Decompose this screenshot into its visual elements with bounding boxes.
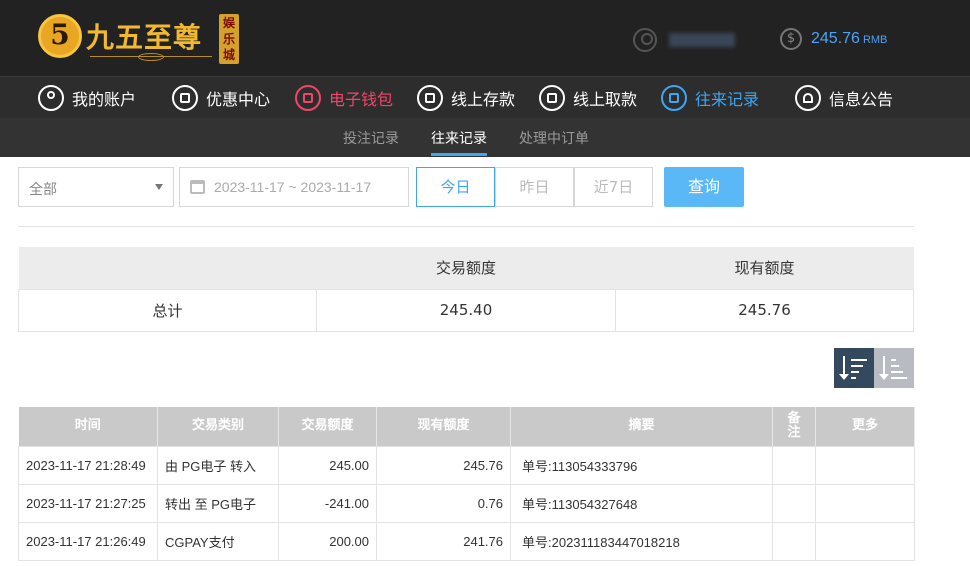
balance-value: 245.76 (811, 30, 860, 47)
brand-name: 九五至尊 (86, 21, 203, 54)
nav-my-account[interactable]: 我的账户 (38, 83, 136, 113)
deposit-icon (417, 85, 443, 111)
nav-label: 我的账户 (72, 90, 137, 109)
logo-mark: 5 (38, 14, 82, 58)
user-icon (38, 85, 64, 111)
cell-summary: 单号:113054327648 (510, 483, 773, 523)
cell-time: 2023-11-17 21:26:49 (18, 521, 158, 561)
table-row[interactable]: 2023-11-17 21:28:49 由 PG电子 转入 245.00 245… (18, 445, 915, 485)
summary-header-row: 交易额度 现有额度 (18, 247, 914, 289)
cell-balance: 245.76 (376, 445, 511, 485)
summary-header: 现有额度 (615, 247, 914, 289)
brand-logo[interactable]: 5 九五至尊 娱乐城 (38, 12, 243, 66)
tab-transaction-records[interactable]: 往来记录 (431, 128, 487, 148)
cell-time: 2023-11-17 21:27:25 (18, 483, 158, 523)
column-header-time[interactable]: 时间 (18, 407, 158, 446)
nav-e-wallet[interactable]: 电子钱包 (295, 83, 393, 113)
username-redacted (669, 33, 735, 47)
cell-amount: 200.00 (278, 521, 377, 561)
withdraw-icon (539, 85, 565, 111)
cell-balance: 0.76 (376, 483, 511, 523)
balance-amount: 245.76 RMB (811, 30, 887, 48)
nav-promotions[interactable]: 优惠中心 (172, 83, 270, 113)
type-select-value: 全部 (29, 182, 57, 198)
sort-descending-button[interactable] (834, 348, 874, 388)
nav-announcements[interactable]: 信息公告 (795, 83, 893, 113)
transactions-table: 时间 交易类别 交易额度 现有额度 摘要 备注 更多 2023-11-17 21… (18, 407, 915, 561)
nav-label: 信息公告 (829, 90, 894, 109)
nav-label: 往来记录 (695, 90, 760, 109)
top-header: 5 九五至尊 娱乐城 $ 245.76 RMB (0, 0, 970, 76)
arrow-down-icon (839, 356, 849, 380)
active-tab-indicator (431, 153, 487, 156)
nav-records[interactable]: 往来记录 (661, 83, 759, 113)
brand-seal: 娱乐城 (219, 14, 239, 64)
date-range-value: 2023-11-17 ~ 2023-11-17 (214, 179, 372, 195)
column-header-type[interactable]: 交易类别 (157, 407, 279, 446)
cell-amount: -241.00 (278, 483, 377, 523)
last-7-days-button[interactable]: 近7日 (574, 167, 653, 207)
cell-more[interactable] (815, 483, 915, 523)
summary-current-balance: 245.76 (615, 288, 914, 332)
cell-time: 2023-11-17 21:28:49 (18, 445, 158, 485)
wallet-icon (295, 85, 321, 111)
divider (18, 226, 914, 227)
avatar-icon (633, 28, 657, 52)
column-header-remark[interactable]: 备注 (772, 407, 816, 446)
cell-more[interactable] (815, 521, 915, 561)
cell-type: 由 PG电子 转入 (157, 445, 279, 485)
column-header-balance[interactable]: 现有额度 (376, 407, 511, 446)
nav-label: 优惠中心 (206, 90, 271, 109)
summary-table: 交易额度 现有额度 总计 245.40 245.76 (18, 247, 914, 332)
cell-remark (772, 521, 816, 561)
sub-nav: 投注记录 往来记录 处理中订单 (0, 118, 970, 157)
summary-header: 交易额度 (316, 247, 616, 289)
dollar-coin-icon: $ (780, 28, 802, 50)
summary-total-row: 总计 245.40 245.76 (18, 288, 914, 332)
summary-label: 总计 (18, 288, 317, 332)
column-header-summary[interactable]: 摘要 (510, 407, 773, 446)
table-header-row: 时间 交易类别 交易额度 现有额度 摘要 备注 更多 (18, 407, 915, 446)
arrow-down-icon (879, 356, 889, 380)
cell-type: 转出 至 PG电子 (157, 483, 279, 523)
sort-ascending-button[interactable] (874, 348, 914, 388)
table-row[interactable]: 2023-11-17 21:27:25 转出 至 PG电子 -241.00 0.… (18, 483, 915, 523)
cell-summary: 单号:113054333796 (510, 445, 773, 485)
cell-summary: 单号:202311183447018218 (510, 521, 773, 561)
cell-more[interactable] (815, 445, 915, 485)
calendar-icon (190, 180, 205, 194)
nav-label: 电子钱包 (329, 90, 394, 109)
query-button[interactable]: 查询 (664, 167, 744, 207)
tab-bet-records[interactable]: 投注记录 (343, 128, 399, 148)
cell-type: CGPAY支付 (157, 521, 279, 561)
caret-down-icon (155, 184, 163, 190)
main-nav: 我的账户 优惠中心 电子钱包 线上存款 线上取款 往来记录 信息公告 (0, 76, 970, 118)
date-range-input[interactable]: 2023-11-17 ~ 2023-11-17 (179, 167, 409, 207)
table-row[interactable]: 2023-11-17 21:26:49 CGPAY支付 200.00 241.7… (18, 521, 915, 561)
nav-label: 线上取款 (573, 90, 638, 109)
cell-remark (772, 445, 816, 485)
today-button[interactable]: 今日 (416, 167, 495, 207)
records-icon (661, 85, 687, 111)
bell-icon (795, 85, 821, 111)
nav-deposit[interactable]: 线上存款 (417, 83, 515, 113)
summary-transaction-amount: 245.40 (316, 288, 616, 332)
yesterday-button[interactable]: 昨日 (495, 167, 574, 207)
cell-remark (772, 483, 816, 523)
cell-amount: 245.00 (278, 445, 377, 485)
gift-icon (172, 85, 198, 111)
logo-ornament (90, 53, 212, 62)
summary-header (18, 247, 317, 289)
column-header-amount[interactable]: 交易额度 (278, 407, 377, 446)
nav-withdraw[interactable]: 线上取款 (539, 83, 637, 113)
cell-balance: 241.76 (376, 521, 511, 561)
type-select[interactable]: 全部 (18, 167, 174, 207)
nav-label: 线上存款 (451, 90, 516, 109)
column-header-more[interactable]: 更多 (815, 407, 915, 446)
currency-label: RMB (862, 34, 888, 46)
tab-pending-orders[interactable]: 处理中订单 (519, 128, 589, 148)
